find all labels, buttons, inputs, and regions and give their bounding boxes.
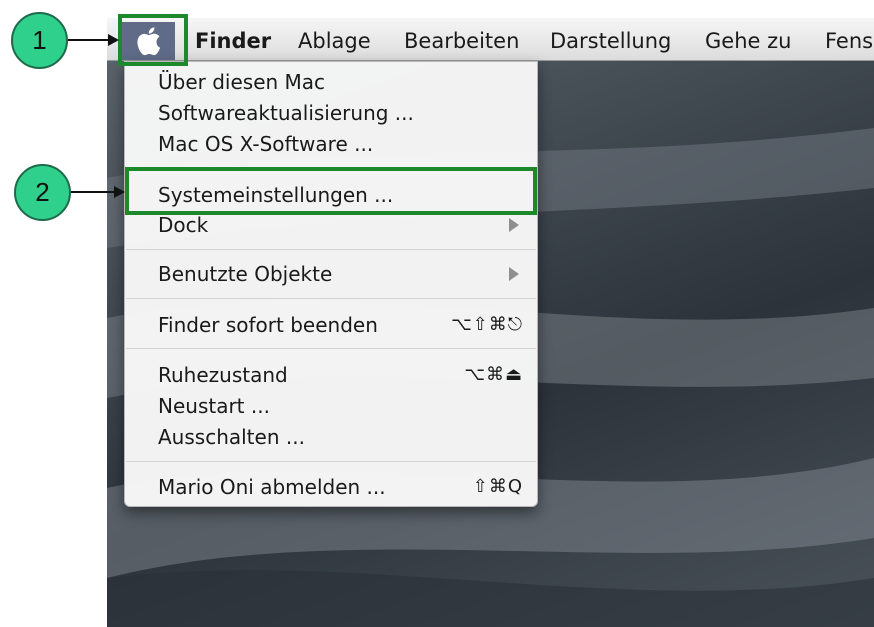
step-2-arrow <box>71 191 116 193</box>
submenu-arrow-icon <box>509 218 519 232</box>
highlight-apple-menu <box>118 14 188 66</box>
menu-finder[interactable]: Finder <box>195 29 271 53</box>
menu-bar: Finder Ablage Bearbeiten Darstellung Geh… <box>107 18 874 61</box>
menu-separator <box>126 298 536 299</box>
menu-separator <box>126 249 536 250</box>
arrow-head-icon <box>114 186 125 198</box>
menu-darstellung[interactable]: Darstellung <box>550 29 671 53</box>
step-badge-1: 1 <box>11 12 68 69</box>
menu-fenster[interactable]: Fens <box>825 29 873 53</box>
menu-item-sleep[interactable]: Ruhezustand <box>158 363 288 387</box>
menu-item-log-out[interactable]: Mario Oni abmelden ... <box>158 475 386 499</box>
arrow-head-icon <box>108 34 119 46</box>
highlight-system-preferences <box>125 167 537 215</box>
menu-item-mac-os-x-software[interactable]: Mac OS X-Software ... <box>158 132 373 156</box>
force-quit-shortcut: ⌥⇧⌘⎋ <box>450 314 523 335</box>
menu-ablage[interactable]: Ablage <box>298 29 371 53</box>
menu-separator <box>126 461 536 462</box>
log-out-shortcut: ⇧⌘Q <box>472 476 523 497</box>
menu-item-software-update[interactable]: Softwareaktualisierung ... <box>158 101 414 125</box>
menu-item-force-quit-finder[interactable]: Finder sofort beenden <box>158 313 378 337</box>
step-badge-2: 2 <box>14 164 71 221</box>
step-1-arrow <box>68 39 110 41</box>
menu-bearbeiten[interactable]: Bearbeiten <box>404 29 519 53</box>
sleep-shortcut: ⌥⌘⏏ <box>464 364 523 385</box>
menu-item-restart[interactable]: Neustart ... <box>158 394 270 418</box>
menu-gehe-zu[interactable]: Gehe zu <box>705 29 791 53</box>
menu-item-about-mac[interactable]: Über diesen Mac <box>158 70 325 94</box>
menu-separator <box>126 348 536 349</box>
submenu-arrow-icon <box>509 267 519 281</box>
apple-menu-dropdown: Über diesen Mac Softwareaktualisierung .… <box>124 61 538 507</box>
menu-item-recent-items[interactable]: Benutzte Objekte <box>158 262 332 286</box>
menu-item-dock[interactable]: Dock <box>158 213 208 237</box>
menu-item-shut-down[interactable]: Ausschalten ... <box>158 425 305 449</box>
